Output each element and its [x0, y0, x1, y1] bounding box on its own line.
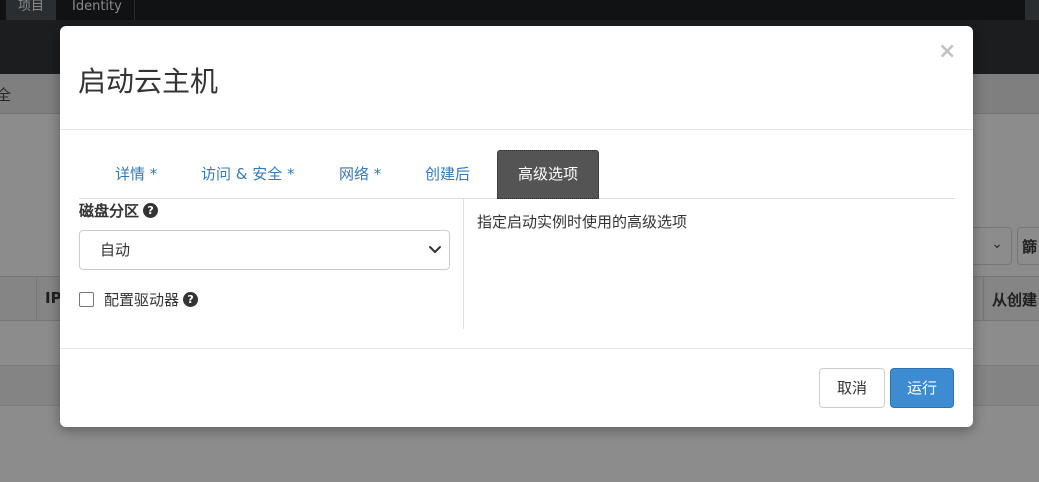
wizard-tabs: 详情 * 访问 & 安全 * 网络 * 创建后 高级选项: [79, 150, 955, 199]
modal-header: 启动云主机 ×: [60, 26, 973, 130]
bg-tab-project: 项目: [6, 0, 57, 20]
advanced-options-form: 磁盘分区? 自动 配置驱动器?: [79, 199, 464, 329]
config-drive-checkbox[interactable]: [79, 292, 94, 307]
advanced-options-description: 指定启动实例时使用的高级选项: [477, 213, 688, 231]
config-drive-label: 配置驱动器?: [104, 289, 199, 311]
chevron-down-icon: [429, 246, 441, 253]
bg-tab-identity: Identity: [60, 0, 135, 20]
help-icon[interactable]: ?: [143, 203, 159, 218]
launch-button[interactable]: 运行: [890, 368, 954, 408]
modal-title: 启动云主机: [78, 65, 219, 98]
bg-nav-corner: [1025, 0, 1039, 20]
tab-post-creation[interactable]: 创建后: [409, 150, 486, 199]
tab-advanced-options[interactable]: 高级选项: [497, 150, 599, 199]
disk-partition-label: 磁盘分区?: [79, 201, 159, 221]
tab-networking[interactable]: 网络 *: [323, 150, 397, 199]
tab-access-security[interactable]: 访问 & 安全 *: [185, 150, 311, 199]
disk-partition-value: 自动: [100, 241, 131, 259]
disk-partition-label-text: 磁盘分区: [79, 202, 140, 220]
cancel-button[interactable]: 取消: [819, 368, 885, 408]
close-icon[interactable]: ×: [938, 40, 956, 64]
bg-col-ip: IP: [36, 277, 62, 320]
disk-partition-select[interactable]: 自动: [79, 230, 450, 270]
config-drive-label-text: 配置驱动器: [104, 291, 180, 309]
tab-details[interactable]: 详情 *: [99, 150, 173, 199]
bg-col-created: 从创建: [983, 277, 1037, 320]
modal-footer: 取消 运行: [60, 348, 973, 427]
bg-breadcrumb-text: 全: [0, 86, 12, 104]
background-top-nav: 项目 Identity: [0, 0, 1039, 20]
help-icon[interactable]: ?: [183, 292, 199, 307]
launch-instance-modal: 启动云主机 × 详情 * 访问 & 安全 * 网络 * 创建后 高级选项 磁盘分…: [60, 26, 973, 427]
background-filter-button: 篩: [1017, 227, 1039, 265]
chevron-down-icon: ⌄: [991, 236, 1003, 252]
